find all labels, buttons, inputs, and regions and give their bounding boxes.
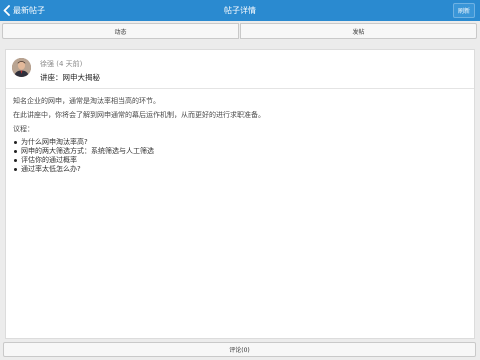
post-paragraph: 知名企业的网申，通常是淘汰率相当高的环节。 [13,97,160,105]
refresh-button[interactable]: 刷新 [452,3,475,18]
bottom-toolbar: 评论(0) [0,340,480,360]
list-item: 为什么网申淘汰率高? [13,138,468,147]
post-card: 徐强 (4 天前) 讲座：网申大揭秘 知名企业的网申，通常是淘汰率相当高的环节。… [5,49,475,339]
segmented-control: 动态 发帖 [0,21,480,42]
user-photo-icon [12,58,31,77]
list-item: 通过率太低怎么办? [13,165,468,174]
tab-activity[interactable]: 动态 [2,23,239,39]
agenda-label: 议程： [13,125,34,133]
post-body: 知名企业的网申，通常是淘汰率相当高的环节。 在此讲座中，你将会了解到网申通常的幕… [13,97,468,174]
navigation-bar: 最新帖子 帖子详情 刷新 [0,0,480,21]
page-title: 帖子详情 [224,6,256,15]
tab-new-post[interactable]: 发帖 [240,23,477,39]
avatar[interactable] [12,58,31,77]
list-item: 网申的两大筛选方式：系统筛选与人工筛选 [13,147,468,156]
post-title: 讲座：网申大揭秘 [40,73,100,82]
list-item: 评估你的通过概率 [13,156,468,165]
comment-button[interactable]: 评论(0) [3,342,476,357]
post-author: 徐强 (4 天前) [40,60,83,68]
post-paragraph: 在此讲座中，你将会了解到网申通常的幕后运作机制，从而更好的进行求职准备。 [13,111,265,119]
divider [6,88,474,89]
agenda-list: 为什么网申淘汰率高? 网申的两大筛选方式：系统筛选与人工筛选 评估你的通过概率 … [13,138,468,174]
